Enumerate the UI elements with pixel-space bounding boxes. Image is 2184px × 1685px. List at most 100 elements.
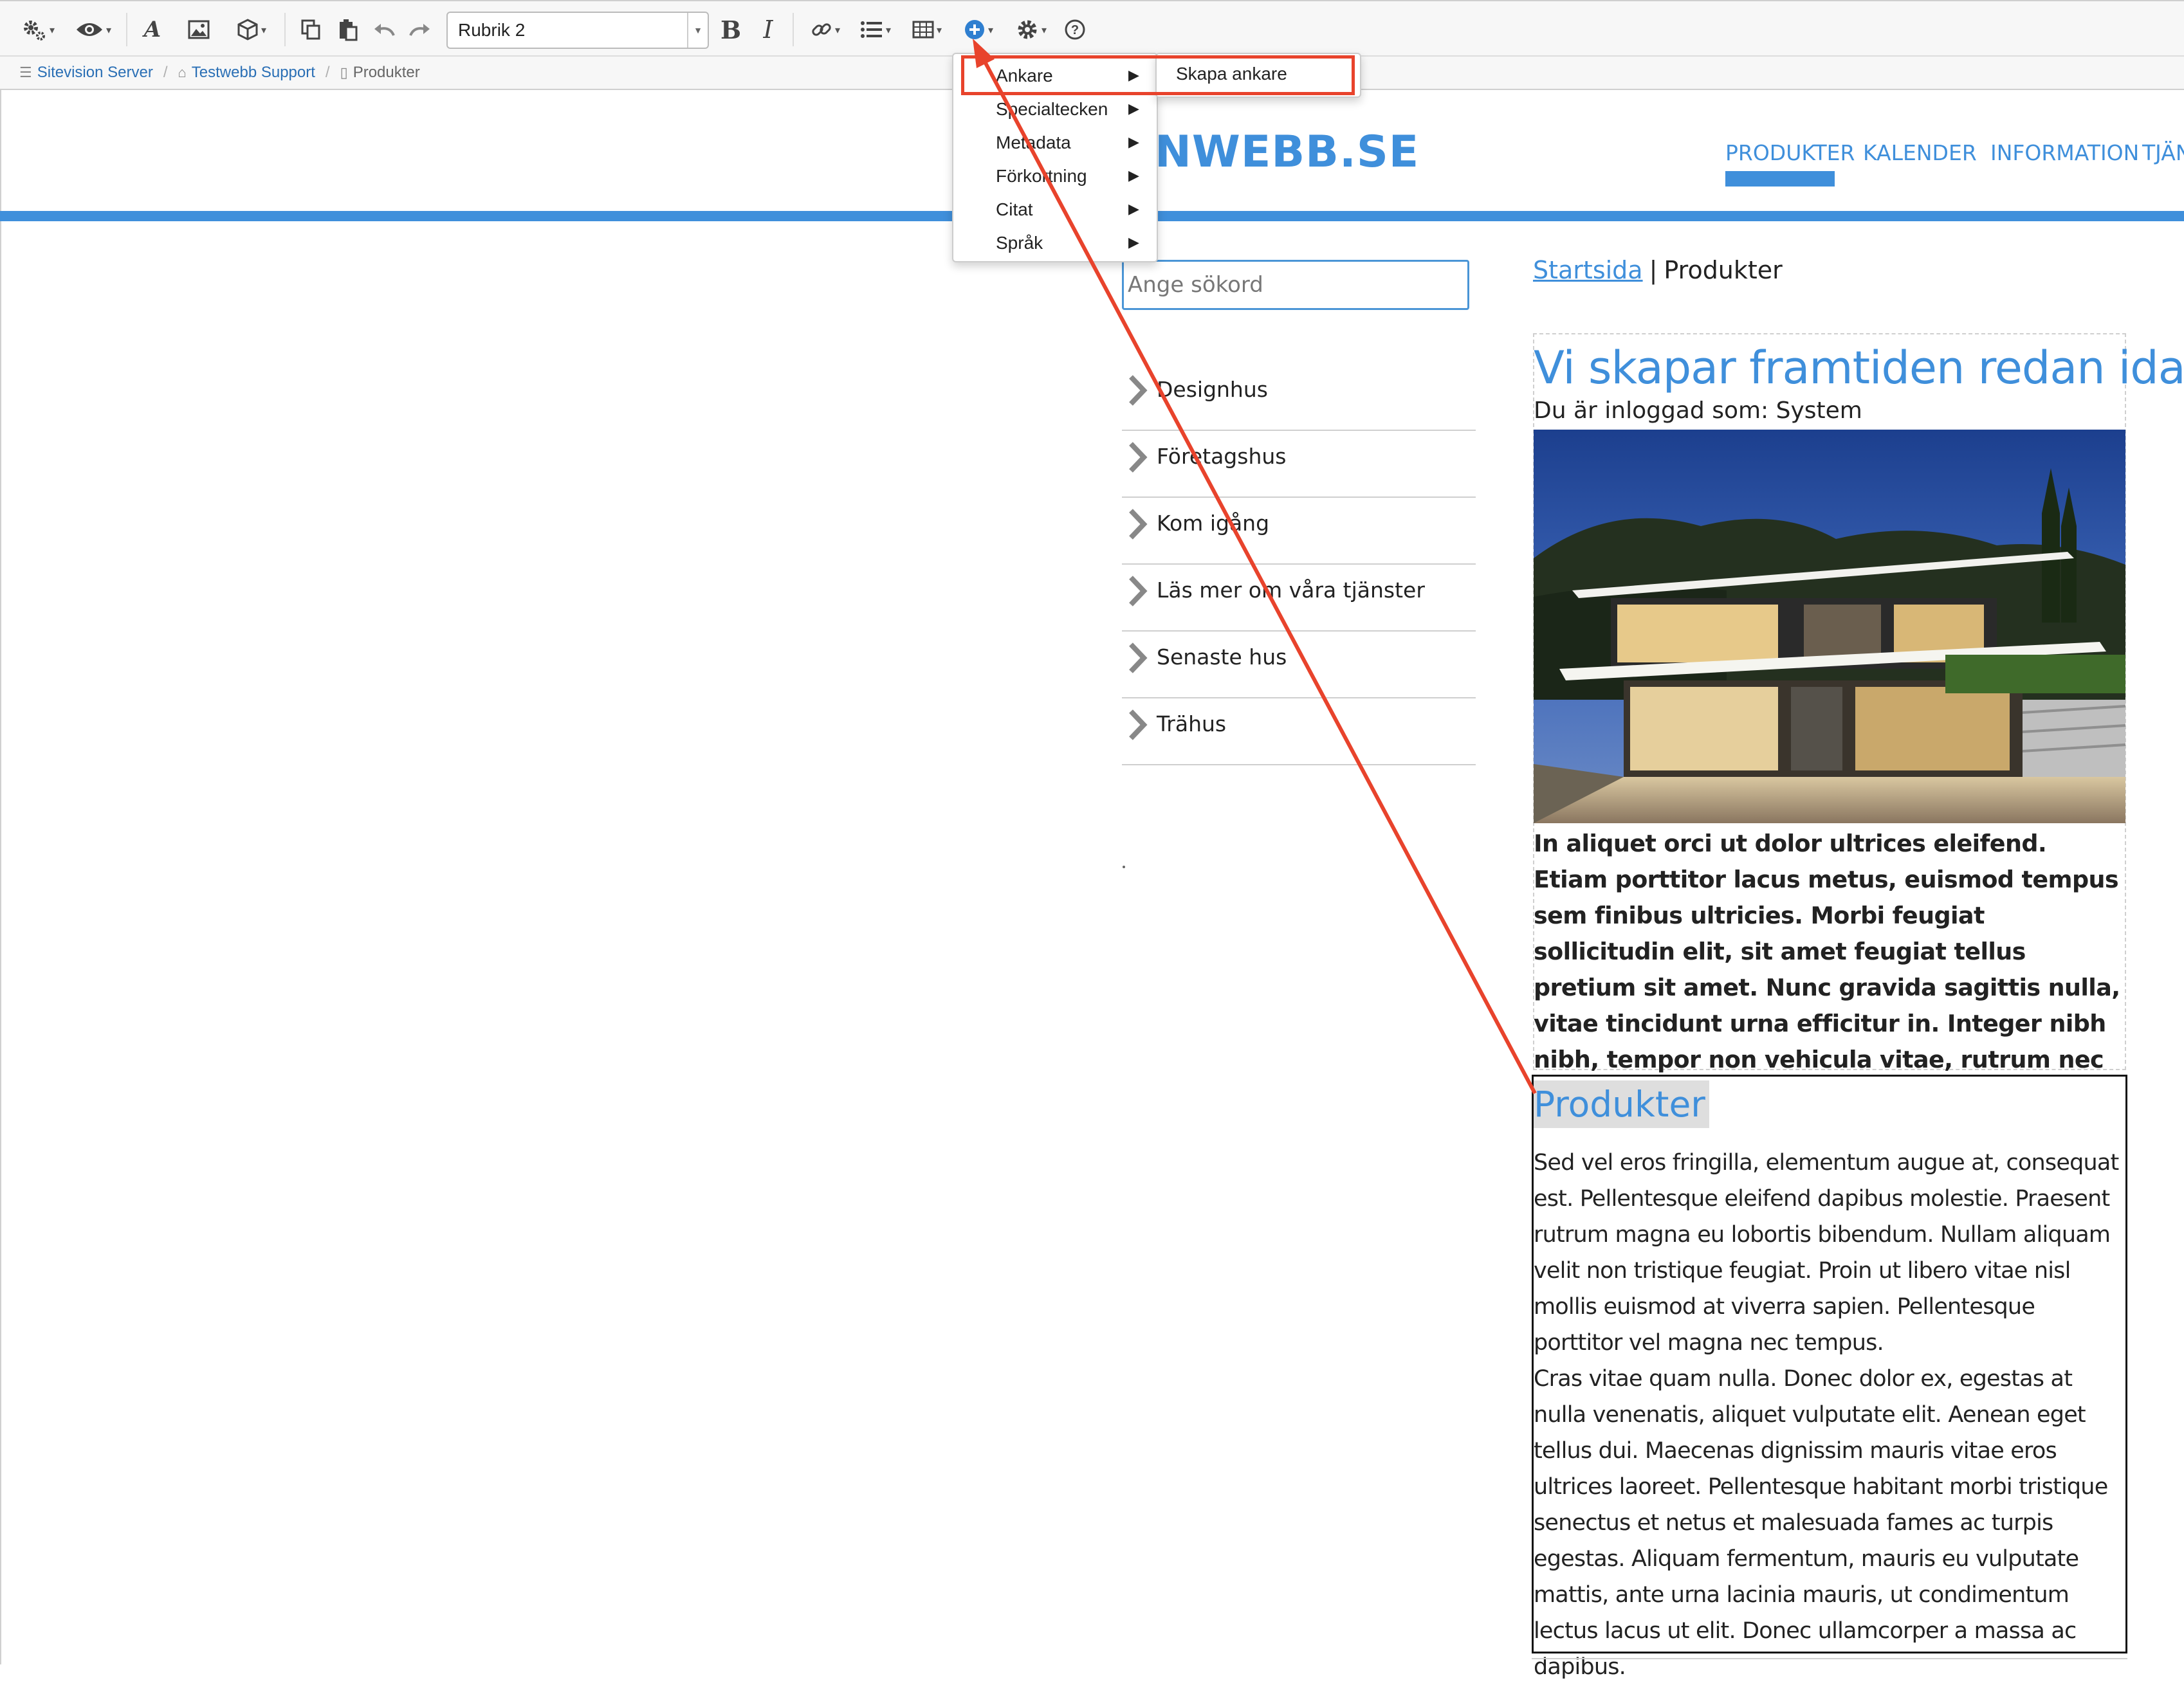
- breadcrumb-item-server[interactable]: ☰ Sitevision Server: [19, 64, 153, 82]
- nav-item-tjanster[interactable]: TJÄN: [2142, 140, 2184, 165]
- side-menu-label: Trähus: [1157, 711, 1227, 736]
- submenu-arrow-icon: ▶: [1128, 234, 1139, 250]
- toolbar-divider: [793, 13, 794, 46]
- submenu-arrow-icon: ▶: [1128, 201, 1139, 217]
- copy-button[interactable]: [295, 10, 327, 49]
- section-paragraph: Cras vitae quam nulla. Donec dolor ex, e…: [1534, 1366, 2108, 1680]
- link-icon: [812, 23, 831, 36]
- cube-icon: [237, 19, 258, 41]
- link-dropdown-button[interactable]: ▾: [803, 10, 848, 49]
- menu-item-forkortning[interactable]: Förkortning ▶: [953, 159, 1157, 193]
- redo-button[interactable]: [404, 10, 436, 49]
- editor-toolbar: ▾ ▾ A ▾ Rubrik 2 ▼ B I ▾ ▾ ▾ ▾ ▾ ?: [0, 0, 2184, 57]
- breadcrumb-label: Produkter: [353, 64, 420, 81]
- preview-dropdown-button[interactable]: ▾: [71, 10, 116, 49]
- redo-icon: [409, 24, 430, 36]
- side-menu-item-kom-igang[interactable]: Kom igång: [1122, 498, 1476, 565]
- content-breadcrumb-link[interactable]: Startsida: [1533, 256, 1643, 284]
- clipboard-icon: [340, 19, 358, 41]
- search-field[interactable]: [1122, 260, 1469, 310]
- page-icon: ▯: [340, 64, 348, 80]
- section-heading[interactable]: Produkter: [1534, 1080, 1709, 1128]
- paste-button[interactable]: [332, 10, 364, 49]
- gears-icon: [23, 21, 45, 41]
- help-button[interactable]: ?: [1059, 10, 1091, 49]
- eye-icon: [76, 23, 102, 36]
- gear-icon: [1018, 20, 1037, 39]
- menu-item-sprak[interactable]: Språk ▶: [953, 226, 1157, 260]
- table-icon: [912, 21, 934, 39]
- breadcrumb-separator: /: [163, 64, 168, 81]
- table-dropdown-button[interactable]: ▾: [904, 10, 950, 49]
- breadcrumb-item-site[interactable]: ⌂ Testwebb Support: [178, 64, 315, 82]
- plus-circle-icon: [964, 20, 984, 39]
- side-menu-item-designhus[interactable]: Designhus: [1122, 364, 1476, 431]
- content-breadcrumb-separator: |: [1649, 256, 1658, 284]
- insert-dropdown-button[interactable]: ▾: [956, 10, 1001, 49]
- side-menu-item-foretagshus[interactable]: Företagshus: [1122, 431, 1476, 498]
- toolbar-divider: [126, 13, 127, 46]
- paragraph-style-select[interactable]: Rubrik 2 ▼: [446, 12, 709, 49]
- home-icon: ⌂: [178, 64, 187, 80]
- font-style-button[interactable]: A: [136, 10, 169, 49]
- menu-item-label: Citat: [996, 199, 1033, 219]
- menu-item-label: Förkortning: [996, 166, 1087, 186]
- font-icon: A: [143, 17, 161, 42]
- undo-icon: [374, 24, 395, 36]
- chevron-right-icon: [1129, 642, 1148, 673]
- insert-module-dropdown-button[interactable]: ▾: [229, 10, 274, 49]
- side-menu-label: Kom igång: [1157, 511, 1270, 536]
- copy-icon: [301, 19, 320, 40]
- side-menu-item-las-mer[interactable]: Läs mer om våra tjänster: [1122, 565, 1476, 632]
- bold-button[interactable]: B: [715, 10, 746, 49]
- canvas-border: [0, 90, 1, 1664]
- active-nav-indicator: [1725, 171, 1835, 187]
- search-input[interactable]: [1124, 262, 1467, 308]
- toolbar-divider: [284, 13, 286, 46]
- chevron-right-icon: [1129, 576, 1148, 606]
- divider: [1532, 1658, 2127, 1659]
- advanced-settings-dropdown-button[interactable]: ▾: [1009, 10, 1054, 49]
- breadcrumb-label: Testwebb Support: [191, 64, 315, 81]
- content-breadcrumb: Startsida | Produkter: [1533, 256, 1783, 284]
- intro-paragraph: In aliquet orci ut dolor ultrices eleife…: [1534, 830, 2120, 1109]
- breadcrumb-label: Sitevision Server: [37, 64, 153, 81]
- menu-item-specialtecken[interactable]: Specialtecken ▶: [953, 93, 1157, 126]
- side-menu-label: Läs mer om våra tjänster: [1157, 578, 1425, 603]
- italic-button[interactable]: I: [753, 10, 784, 49]
- chevron-down-icon[interactable]: ▼: [687, 13, 708, 48]
- highlight-box: [961, 55, 1355, 95]
- menu-item-label: Specialtecken: [996, 99, 1108, 119]
- breadcrumb-item-current: ▯ Produkter: [340, 64, 420, 82]
- italic-icon: I: [763, 15, 773, 44]
- nav-item-produkter[interactable]: PRODUKTER: [1725, 140, 1855, 165]
- nav-item-information[interactable]: INFORMATION: [1990, 140, 2139, 165]
- section-paragraph: Sed vel eros fringilla, elementum augue …: [1534, 1150, 2119, 1356]
- insert-image-button[interactable]: [183, 10, 215, 49]
- undo-button[interactable]: [368, 10, 400, 49]
- svg-text:?: ?: [1071, 23, 1079, 37]
- submenu-arrow-icon: ▶: [1128, 167, 1139, 183]
- submenu-arrow-icon: ▶: [1128, 100, 1139, 116]
- logged-in-text: Du är inloggad som: System: [1534, 397, 1862, 424]
- side-menu-item-trahus[interactable]: Trähus: [1122, 698, 1476, 765]
- chevron-right-icon: [1129, 442, 1148, 473]
- menu-item-citat[interactable]: Citat ▶: [953, 193, 1157, 226]
- help-icon: ?: [1065, 19, 1085, 40]
- side-menu-label: Senaste hus: [1157, 644, 1287, 669]
- decorative-dot: [1123, 866, 1125, 868]
- menu-item-metadata[interactable]: Metadata ▶: [953, 126, 1157, 159]
- chevron-right-icon: [1129, 375, 1148, 406]
- nav-item-kalender[interactable]: KALENDER: [1863, 140, 1977, 165]
- list-dropdown-button[interactable]: ▾: [853, 10, 898, 49]
- chevron-right-icon: [1129, 709, 1148, 740]
- settings-dropdown-button[interactable]: ▾: [15, 10, 60, 49]
- chevron-right-icon: [1129, 509, 1148, 540]
- page-title: Vi skapar framtiden redan idag: [1534, 342, 2184, 394]
- image-icon: [188, 20, 210, 39]
- side-menu-label: Designhus: [1157, 377, 1268, 402]
- breadcrumb-separator: /: [325, 64, 330, 81]
- paragraph-style-value: Rubrik 2: [458, 20, 526, 40]
- side-menu-label: Företagshus: [1157, 444, 1287, 469]
- side-menu-item-senaste-hus[interactable]: Senaste hus: [1122, 632, 1476, 698]
